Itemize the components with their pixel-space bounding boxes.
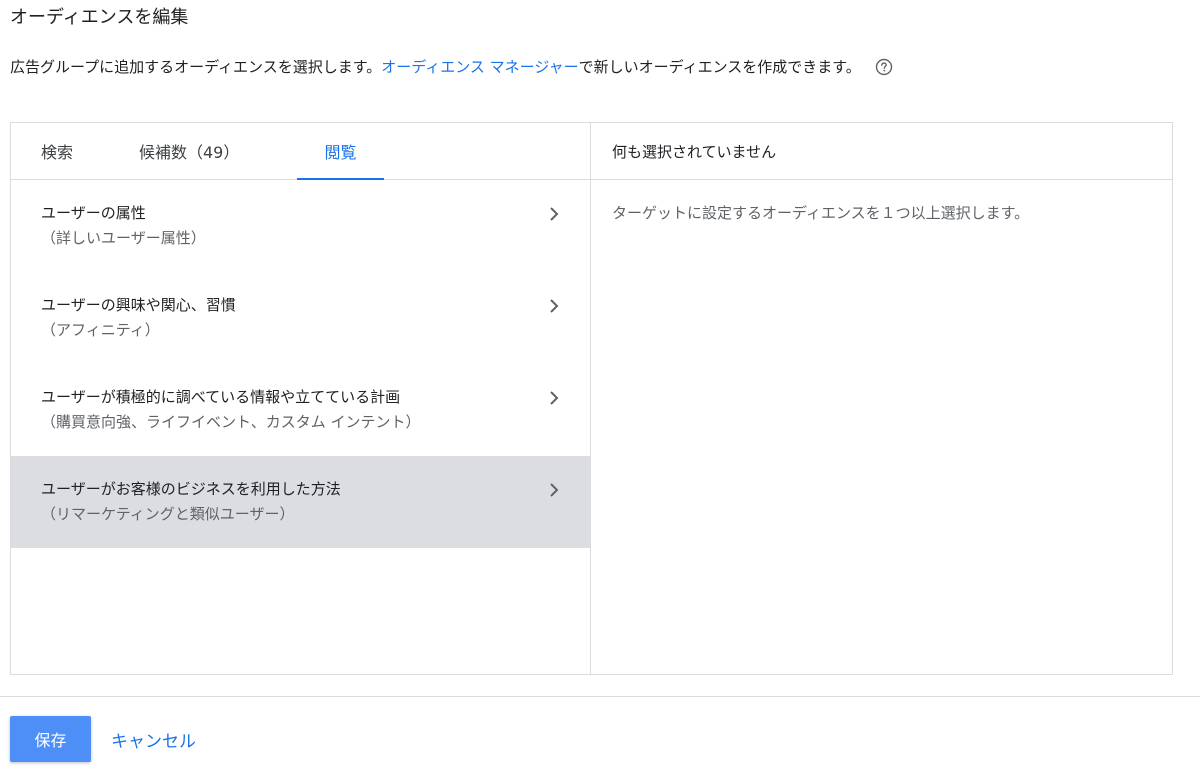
category-title: ユーザーが積極的に調べている情報や立てている計画 xyxy=(41,388,401,406)
save-button[interactable]: 保存 xyxy=(10,716,91,762)
category-item-demographics[interactable]: ユーザーの属性 （詳しいユーザー属性） xyxy=(11,180,590,272)
tab-bar: 検索 候補数（49） 閲覧 xyxy=(11,123,590,180)
category-subtitle: （リマーケティングと類似ユーザー） xyxy=(41,505,295,523)
chevron-right-icon xyxy=(550,207,559,221)
category-subtitle: （アフィニティ） xyxy=(41,321,160,339)
description-text-end: で新しいオーディエンスを作成できます。 xyxy=(578,58,861,76)
description-text: 広告グループに追加するオーディエンスを選択します。 xyxy=(10,58,382,76)
tab-search[interactable]: 検索 xyxy=(41,123,73,179)
category-item-remarketing[interactable]: ユーザーがお客様のビジネスを利用した方法 （リマーケティングと類似ユーザー） xyxy=(11,456,590,548)
tab-candidates[interactable]: 候補数（49） xyxy=(139,123,239,179)
tab-browse[interactable]: 閲覧 xyxy=(297,123,384,180)
category-list: ユーザーの属性 （詳しいユーザー属性） ユーザーの興味や関心、習慣 （アフィニテ… xyxy=(11,180,590,674)
audience-manager-link[interactable]: オーディエンス マネージャー xyxy=(381,56,578,78)
help-circle-icon[interactable] xyxy=(875,58,893,76)
category-subtitle: （購買意向強、ライフイベント、カスタム インテント） xyxy=(41,413,421,431)
category-title: ユーザーの属性 xyxy=(41,204,146,222)
chevron-right-icon xyxy=(550,391,559,405)
category-item-affinity[interactable]: ユーザーの興味や関心、習慣 （アフィニティ） xyxy=(11,272,590,364)
edit-audience-page: オーディエンスを編集 広告グループに追加するオーディエンスを選択します。 オーデ… xyxy=(0,0,1200,771)
selection-empty-message: ターゲットに設定するオーディエンスを１つ以上選択します。 xyxy=(612,204,1030,222)
selection-header: 何も選択されていません xyxy=(591,123,1172,180)
audience-selector-panel: 検索 候補数（49） 閲覧 ユーザーの属性 （詳しいユーザー属性） ユーザーの興… xyxy=(10,122,1173,675)
selection-column: 何も選択されていません ターゲットに設定するオーディエンスを１つ以上選択します。 xyxy=(591,123,1172,674)
browse-column: 検索 候補数（49） 閲覧 ユーザーの属性 （詳しいユーザー属性） ユーザーの興… xyxy=(11,123,591,674)
page-description: 広告グループに追加するオーディエンスを選択します。 オーディエンス マネージャー… xyxy=(10,56,893,78)
category-title: ユーザーがお客様のビジネスを利用した方法 xyxy=(41,480,341,498)
page-title: オーディエンスを編集 xyxy=(10,7,189,28)
chevron-right-icon xyxy=(550,299,559,313)
category-item-in-market[interactable]: ユーザーが積極的に調べている情報や立てている計画 （購買意向強、ライフイベント、… xyxy=(11,364,590,456)
footer-divider xyxy=(0,696,1200,697)
category-title: ユーザーの興味や関心、習慣 xyxy=(41,296,236,314)
category-subtitle: （詳しいユーザー属性） xyxy=(41,229,206,247)
chevron-right-icon xyxy=(550,483,559,497)
cancel-button[interactable]: キャンセル xyxy=(111,716,196,762)
